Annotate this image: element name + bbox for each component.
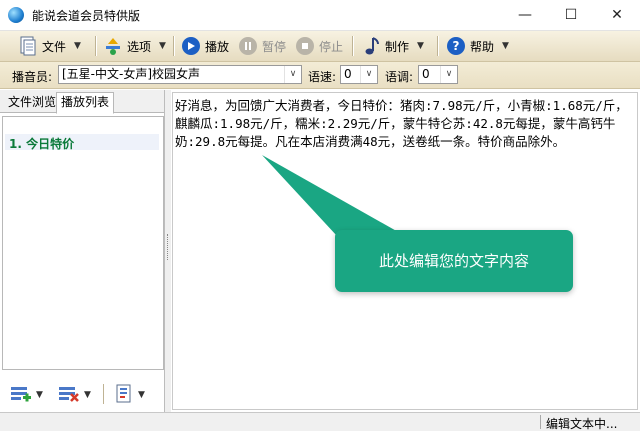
stop-button[interactable]: 停止: [295, 34, 343, 58]
pause-icon: [238, 36, 258, 56]
options-label: 选项: [127, 39, 152, 54]
stop-icon: [295, 36, 315, 56]
chevron-down-icon: ▼: [502, 41, 509, 51]
chevron-down-icon[interactable]: ∨: [360, 66, 377, 83]
stop-label: 停止: [319, 39, 344, 54]
title-bar: 能说会道会员特供版 — ☐ ✕: [0, 0, 640, 31]
playlist: 1. 今日特价: [2, 116, 164, 370]
callout-tooltip: 此处编辑您的文字内容: [335, 230, 573, 292]
playlist-tools: ▼ ▼ ▼: [0, 378, 164, 412]
document-menu-button[interactable]: ▼: [114, 384, 145, 406]
status-bar: 编辑文本中...: [0, 412, 640, 431]
pause-button[interactable]: 暂停: [238, 34, 286, 58]
announcer-select[interactable]: [五星-中文-女声]校园女声 ∨: [58, 65, 302, 84]
toolbar-divider: [173, 36, 175, 56]
add-list-icon: [10, 384, 32, 407]
minimize-button[interactable]: —: [502, 0, 548, 30]
chevron-down-icon: ▼: [74, 41, 81, 51]
toolbar-divider: [437, 36, 439, 56]
chevron-down-icon: ▼: [36, 390, 43, 400]
play-label: 播放: [205, 39, 230, 54]
music-note-icon: [361, 36, 381, 56]
panel-splitter[interactable]: [165, 90, 171, 412]
play-icon: [181, 36, 201, 56]
main-toolbar: 文件 ▼ 选项 ▼ 播放 暂停 停止 制作 ▼ ? 帮助 ▼: [0, 31, 640, 62]
chevron-down-icon: ▼: [84, 390, 91, 400]
make-label: 制作: [385, 39, 410, 54]
pitch-label: 语调:: [385, 70, 414, 84]
pause-label: 暂停: [262, 39, 287, 54]
status-text: 编辑文本中...: [546, 417, 618, 431]
pitch-value: 0: [422, 67, 430, 81]
delete-list-icon: [58, 384, 80, 407]
options-icon: [103, 36, 123, 56]
help-menu-button[interactable]: ? 帮助 ▼: [446, 34, 509, 58]
tab-file-browser[interactable]: 文件浏览: [4, 93, 60, 112]
help-label: 帮助: [470, 39, 495, 54]
chevron-down-icon: ▼: [417, 41, 424, 51]
speed-value: 0: [344, 67, 352, 81]
file-icon: [18, 36, 38, 56]
help-icon: ?: [446, 36, 466, 56]
remove-item-button[interactable]: ▼: [58, 384, 91, 406]
document-list-icon: [114, 384, 134, 407]
splitter-grip[interactable]: [167, 234, 170, 260]
options-menu-button[interactable]: 选项 ▼: [103, 34, 166, 58]
pitch-select[interactable]: 0 ∨: [418, 65, 458, 84]
chevron-down-icon[interactable]: ∨: [440, 66, 457, 83]
file-menu-button[interactable]: 文件 ▼: [18, 34, 81, 58]
speed-select[interactable]: 0 ∨: [340, 65, 378, 84]
close-button[interactable]: ✕: [594, 0, 640, 30]
list-item[interactable]: 1. 今日特价: [9, 135, 74, 152]
announcer-label: 播音员:: [12, 70, 53, 84]
announcer-value: [五星-中文-女声]校园女声: [62, 67, 201, 81]
play-button[interactable]: 播放: [181, 34, 229, 58]
status-divider: [540, 415, 541, 429]
speed-label: 语速:: [308, 70, 337, 84]
voice-options-bar: 播音员: [五星-中文-女声]校园女声 ∨ 语速: 0 ∨ 语调: 0 ∨: [0, 62, 640, 89]
toolbar-divider: [352, 36, 354, 56]
window-title: 能说会道会员特供版: [32, 9, 141, 23]
chevron-down-icon: ▼: [159, 41, 166, 51]
tab-playlist[interactable]: 播放列表: [56, 92, 115, 114]
editor-text[interactable]: 好消息，为回馈广大消费者，今日特价：猪肉:7.98元/斤，小青椒:1.68元/斤…: [175, 97, 635, 151]
chevron-down-icon: ▼: [138, 390, 145, 400]
add-item-button[interactable]: ▼: [10, 384, 43, 406]
toolbar-divider: [95, 36, 97, 56]
chevron-down-icon[interactable]: ∨: [284, 66, 301, 83]
file-label: 文件: [42, 39, 67, 54]
left-panel: 文件浏览 播放列表 1. 今日特价 ▼ ▼ ▼: [0, 90, 165, 412]
make-menu-button[interactable]: 制作 ▼: [361, 34, 424, 58]
app-logo-icon: [8, 7, 24, 23]
toolbar-divider: [103, 384, 105, 404]
maximize-button[interactable]: ☐: [548, 0, 594, 30]
panel-tabs: 文件浏览 播放列表: [0, 90, 164, 114]
